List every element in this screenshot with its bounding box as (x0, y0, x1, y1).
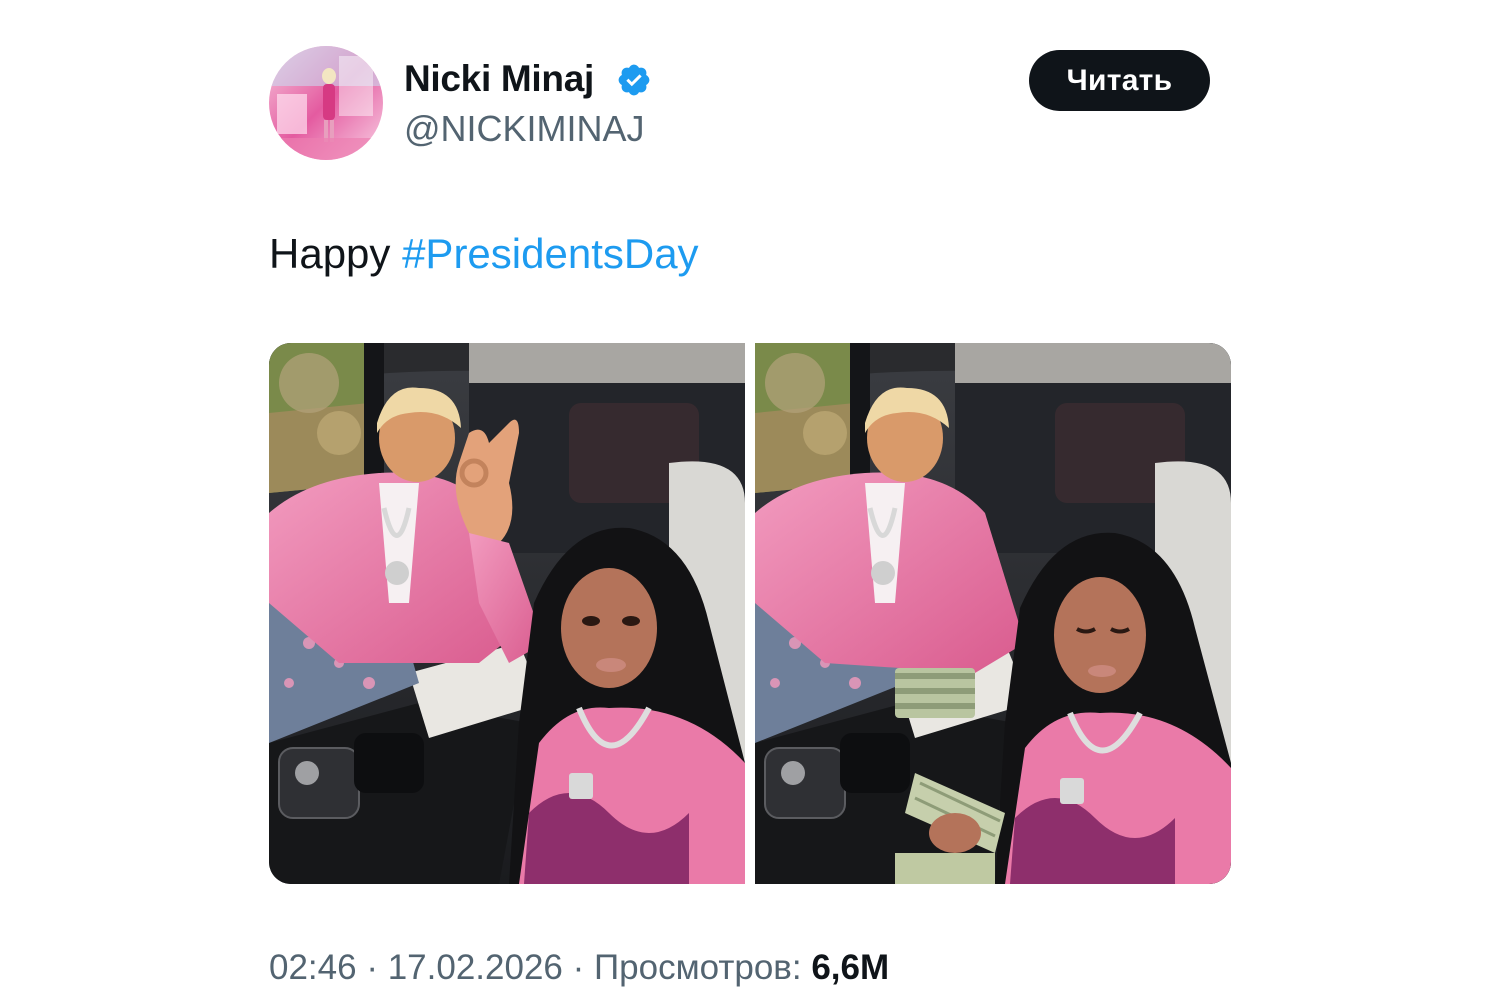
meta-separator-2: · (562, 948, 594, 987)
tweet-time[interactable]: 02:46 (269, 948, 357, 987)
author-avatar[interactable] (269, 46, 383, 160)
author-handle[interactable]: @NICKIMINAJ (404, 108, 645, 150)
views-count: 6,6M (811, 948, 890, 987)
hashtag-link[interactable]: #PresidentsDay (402, 230, 698, 277)
tweet-text: Happy #PresidentsDay (269, 230, 699, 278)
tweet-photo-1[interactable] (269, 343, 745, 884)
views-label: Просмотров: (593, 948, 802, 987)
follow-button[interactable]: Читать (1029, 50, 1210, 111)
meta-separator-1: · (356, 948, 388, 987)
verified-badge-icon (618, 64, 650, 96)
author-name[interactable]: Nicki Minaj (404, 58, 594, 100)
tweet: Nicki Minaj @NICKIMINAJ Читать Happy #Pr… (0, 0, 1500, 1000)
tweet-date[interactable]: 17.02.2026 (388, 948, 563, 987)
tweet-photo-2[interactable] (755, 343, 1231, 884)
media-grid (269, 343, 1231, 884)
tweet-text-prefix: Happy (269, 230, 403, 277)
tweet-meta: 02:46 · 17.02.2026 · Просмотров: 6,6M (269, 948, 889, 988)
